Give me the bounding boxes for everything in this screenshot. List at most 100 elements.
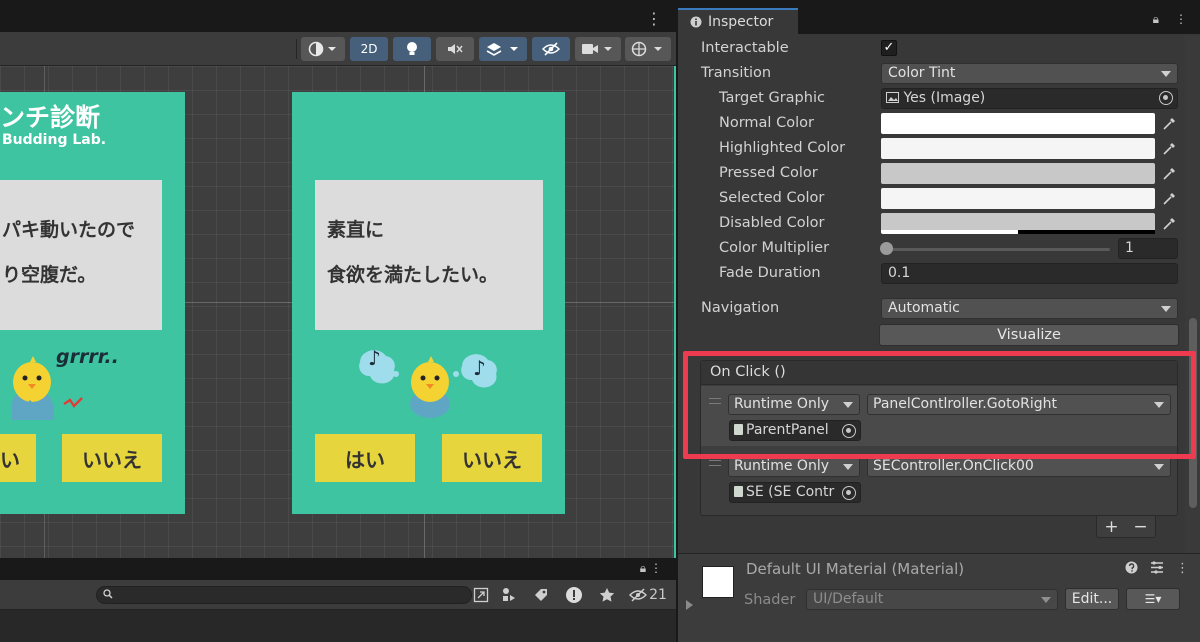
eye-slash-icon (542, 42, 560, 56)
scrollbar-thumb[interactable] (1189, 318, 1197, 508)
target-graphic-row: Target Graphic Yes (Image) (678, 86, 1183, 111)
yes-button-left[interactable]: い (0, 434, 36, 482)
selected-color-swatch[interactable] (881, 188, 1155, 209)
highlighted-color-swatch[interactable] (881, 138, 1155, 159)
transition-dropdown[interactable]: Color Tint (881, 63, 1178, 84)
question-panel-left[interactable]: ンチ診断 Budding Lab. パキ動いたので り空腹だ。 grrrr.. … (0, 92, 185, 514)
gizmo-icon (631, 41, 662, 57)
hierarchy-lock-menu-icons[interactable]: 🔒︎ ⋮ (640, 561, 662, 576)
scene-toolbar: 2D (0, 32, 676, 66)
object-picker-icon[interactable] (842, 424, 856, 438)
script-file-icon (734, 486, 743, 497)
pressed-color-swatch[interactable] (881, 163, 1155, 184)
disabled-color-swatch[interactable] (881, 213, 1155, 234)
eyedropper-icon[interactable] (1160, 190, 1178, 208)
mode-2d-toggle[interactable]: 2D (350, 37, 388, 61)
camera-dropdown[interactable] (575, 37, 621, 61)
shading-mode-icon (308, 41, 336, 57)
help-icon[interactable] (1125, 561, 1138, 578)
shader-options-button[interactable]: ☰▾ (1126, 588, 1180, 610)
open-window-icon[interactable] (471, 586, 491, 604)
color-multiplier-slider[interactable] (886, 248, 1110, 251)
yes-button-right[interactable]: はい (315, 434, 415, 482)
call-mode-dropdown[interactable]: Runtime Only (728, 394, 860, 415)
fade-duration-input[interactable]: 0.1 (881, 263, 1178, 284)
navigation-value: Automatic (888, 300, 960, 316)
color-multiplier-label: Color Multiplier (719, 240, 830, 256)
eyedropper-icon[interactable] (1160, 215, 1178, 233)
hierarchy-content (0, 610, 676, 642)
on-click-entry[interactable]: Runtime Only PanelContlroller.GotoRight … (701, 386, 1177, 446)
navigation-label: Navigation (701, 300, 780, 316)
material-title: Default UI Material (Material) (746, 560, 965, 578)
scene-canvas[interactable]: ンチ診断 Budding Lab. パキ動いたので り空腹だ。 grrrr.. … (0, 66, 674, 558)
presets-icon[interactable] (1150, 561, 1164, 578)
scene-tab-bar: ⋮ (0, 0, 676, 32)
menu-dots-icon[interactable]: ⋮ (1175, 12, 1187, 27)
gizmos-dropdown[interactable] (625, 37, 671, 61)
add-event-button[interactable]: + (1104, 517, 1118, 537)
draw-mode-button[interactable] (301, 37, 345, 61)
drag-handle-icon[interactable] (709, 398, 721, 404)
call-mode-value: Runtime Only (734, 458, 829, 474)
target-object-field[interactable]: SE (SE Contr (729, 482, 861, 503)
alpha-bar (1018, 230, 1155, 234)
shader-dropdown[interactable]: UI/Default (806, 589, 1058, 610)
favorite-star-icon[interactable] (597, 586, 617, 604)
lighting-toggle[interactable] (393, 37, 431, 61)
interactable-checkbox[interactable]: ✓ (881, 40, 897, 56)
no-button-left[interactable]: いいえ (62, 434, 162, 482)
hierarchy-tab-bar: 🔒︎ ⋮ (0, 558, 676, 580)
function-dropdown[interactable]: SEController.OnClick00 (867, 456, 1171, 477)
function-value: PanelContlroller.GotoRight (873, 396, 1058, 412)
chevron-down-icon (843, 402, 853, 408)
eyedropper-icon[interactable] (1160, 115, 1178, 133)
inspector-scrollbar[interactable] (1185, 36, 1200, 553)
question-line-2: り空腹だ。 (2, 264, 97, 286)
inspector-tab-bar: Inspector 🔒︎ ⋮ (678, 0, 1200, 34)
lock-icon[interactable]: 🔒︎ (1153, 12, 1159, 27)
effects-dropdown[interactable] (479, 37, 527, 61)
target-object-field[interactable]: ParentPanel (729, 420, 861, 441)
object-picker-icon[interactable] (842, 486, 856, 500)
no-button-right[interactable]: いいえ (442, 434, 542, 482)
normal-color-swatch[interactable] (881, 113, 1155, 134)
navigation-dropdown[interactable]: Automatic (881, 298, 1178, 319)
function-dropdown[interactable]: PanelContlroller.GotoRight (867, 394, 1171, 415)
edit-shader-button[interactable]: Edit... (1065, 588, 1119, 610)
question-panel-right[interactable]: 素直に 食欲を満たしたい。 ♪ ♪ はい いいえ (292, 92, 565, 514)
navigation-row: Navigation Automatic (678, 296, 1183, 321)
visualize-button[interactable]: Visualize (879, 324, 1179, 346)
warning-filter-icon[interactable] (564, 586, 584, 604)
type-filter-icon[interactable] (499, 586, 519, 604)
object-picker-icon[interactable] (1159, 91, 1173, 105)
call-mode-dropdown[interactable]: Runtime Only (728, 456, 860, 477)
audio-toggle[interactable] (436, 37, 474, 61)
slider-handle[interactable] (880, 242, 893, 255)
chevron-down-icon (1041, 597, 1051, 603)
hierarchy-toolbar: 21 (0, 580, 676, 610)
hidden-objects-counter[interactable]: 21 (628, 586, 668, 604)
eyedropper-icon[interactable] (1160, 165, 1178, 183)
color-multiplier-input[interactable]: 1 (1118, 238, 1178, 259)
target-graphic-field[interactable]: Yes (Image) (881, 88, 1178, 109)
menu-dots-icon[interactable]: ⋮ (1176, 561, 1189, 578)
transition-value: Color Tint (888, 65, 956, 81)
normal-color-row: Normal Color (678, 111, 1183, 136)
label-filter-icon[interactable] (531, 586, 551, 604)
eyedropper-icon[interactable] (1160, 140, 1178, 158)
tab-inspector[interactable]: Inspector (678, 8, 798, 34)
expand-arrow-icon[interactable] (686, 600, 693, 610)
drag-handle-icon[interactable] (709, 460, 721, 466)
call-mode-value: Runtime Only (734, 396, 829, 412)
scene-visibility-toggle[interactable] (532, 37, 570, 61)
on-click-entry[interactable]: Runtime Only SEController.OnClick00 SE (… (701, 448, 1177, 508)
fade-duration-label: Fade Duration (719, 265, 821, 281)
transition-row: Transition Color Tint (678, 61, 1183, 86)
tab-inspector-label: Inspector (708, 14, 774, 30)
scene-menu-icon[interactable]: ⋮ (646, 10, 662, 28)
remove-event-button[interactable]: − (1133, 517, 1147, 537)
search-input[interactable] (96, 586, 472, 604)
chevron-down-icon (1161, 306, 1171, 312)
target-graphic-value: Yes (Image) (903, 90, 986, 106)
